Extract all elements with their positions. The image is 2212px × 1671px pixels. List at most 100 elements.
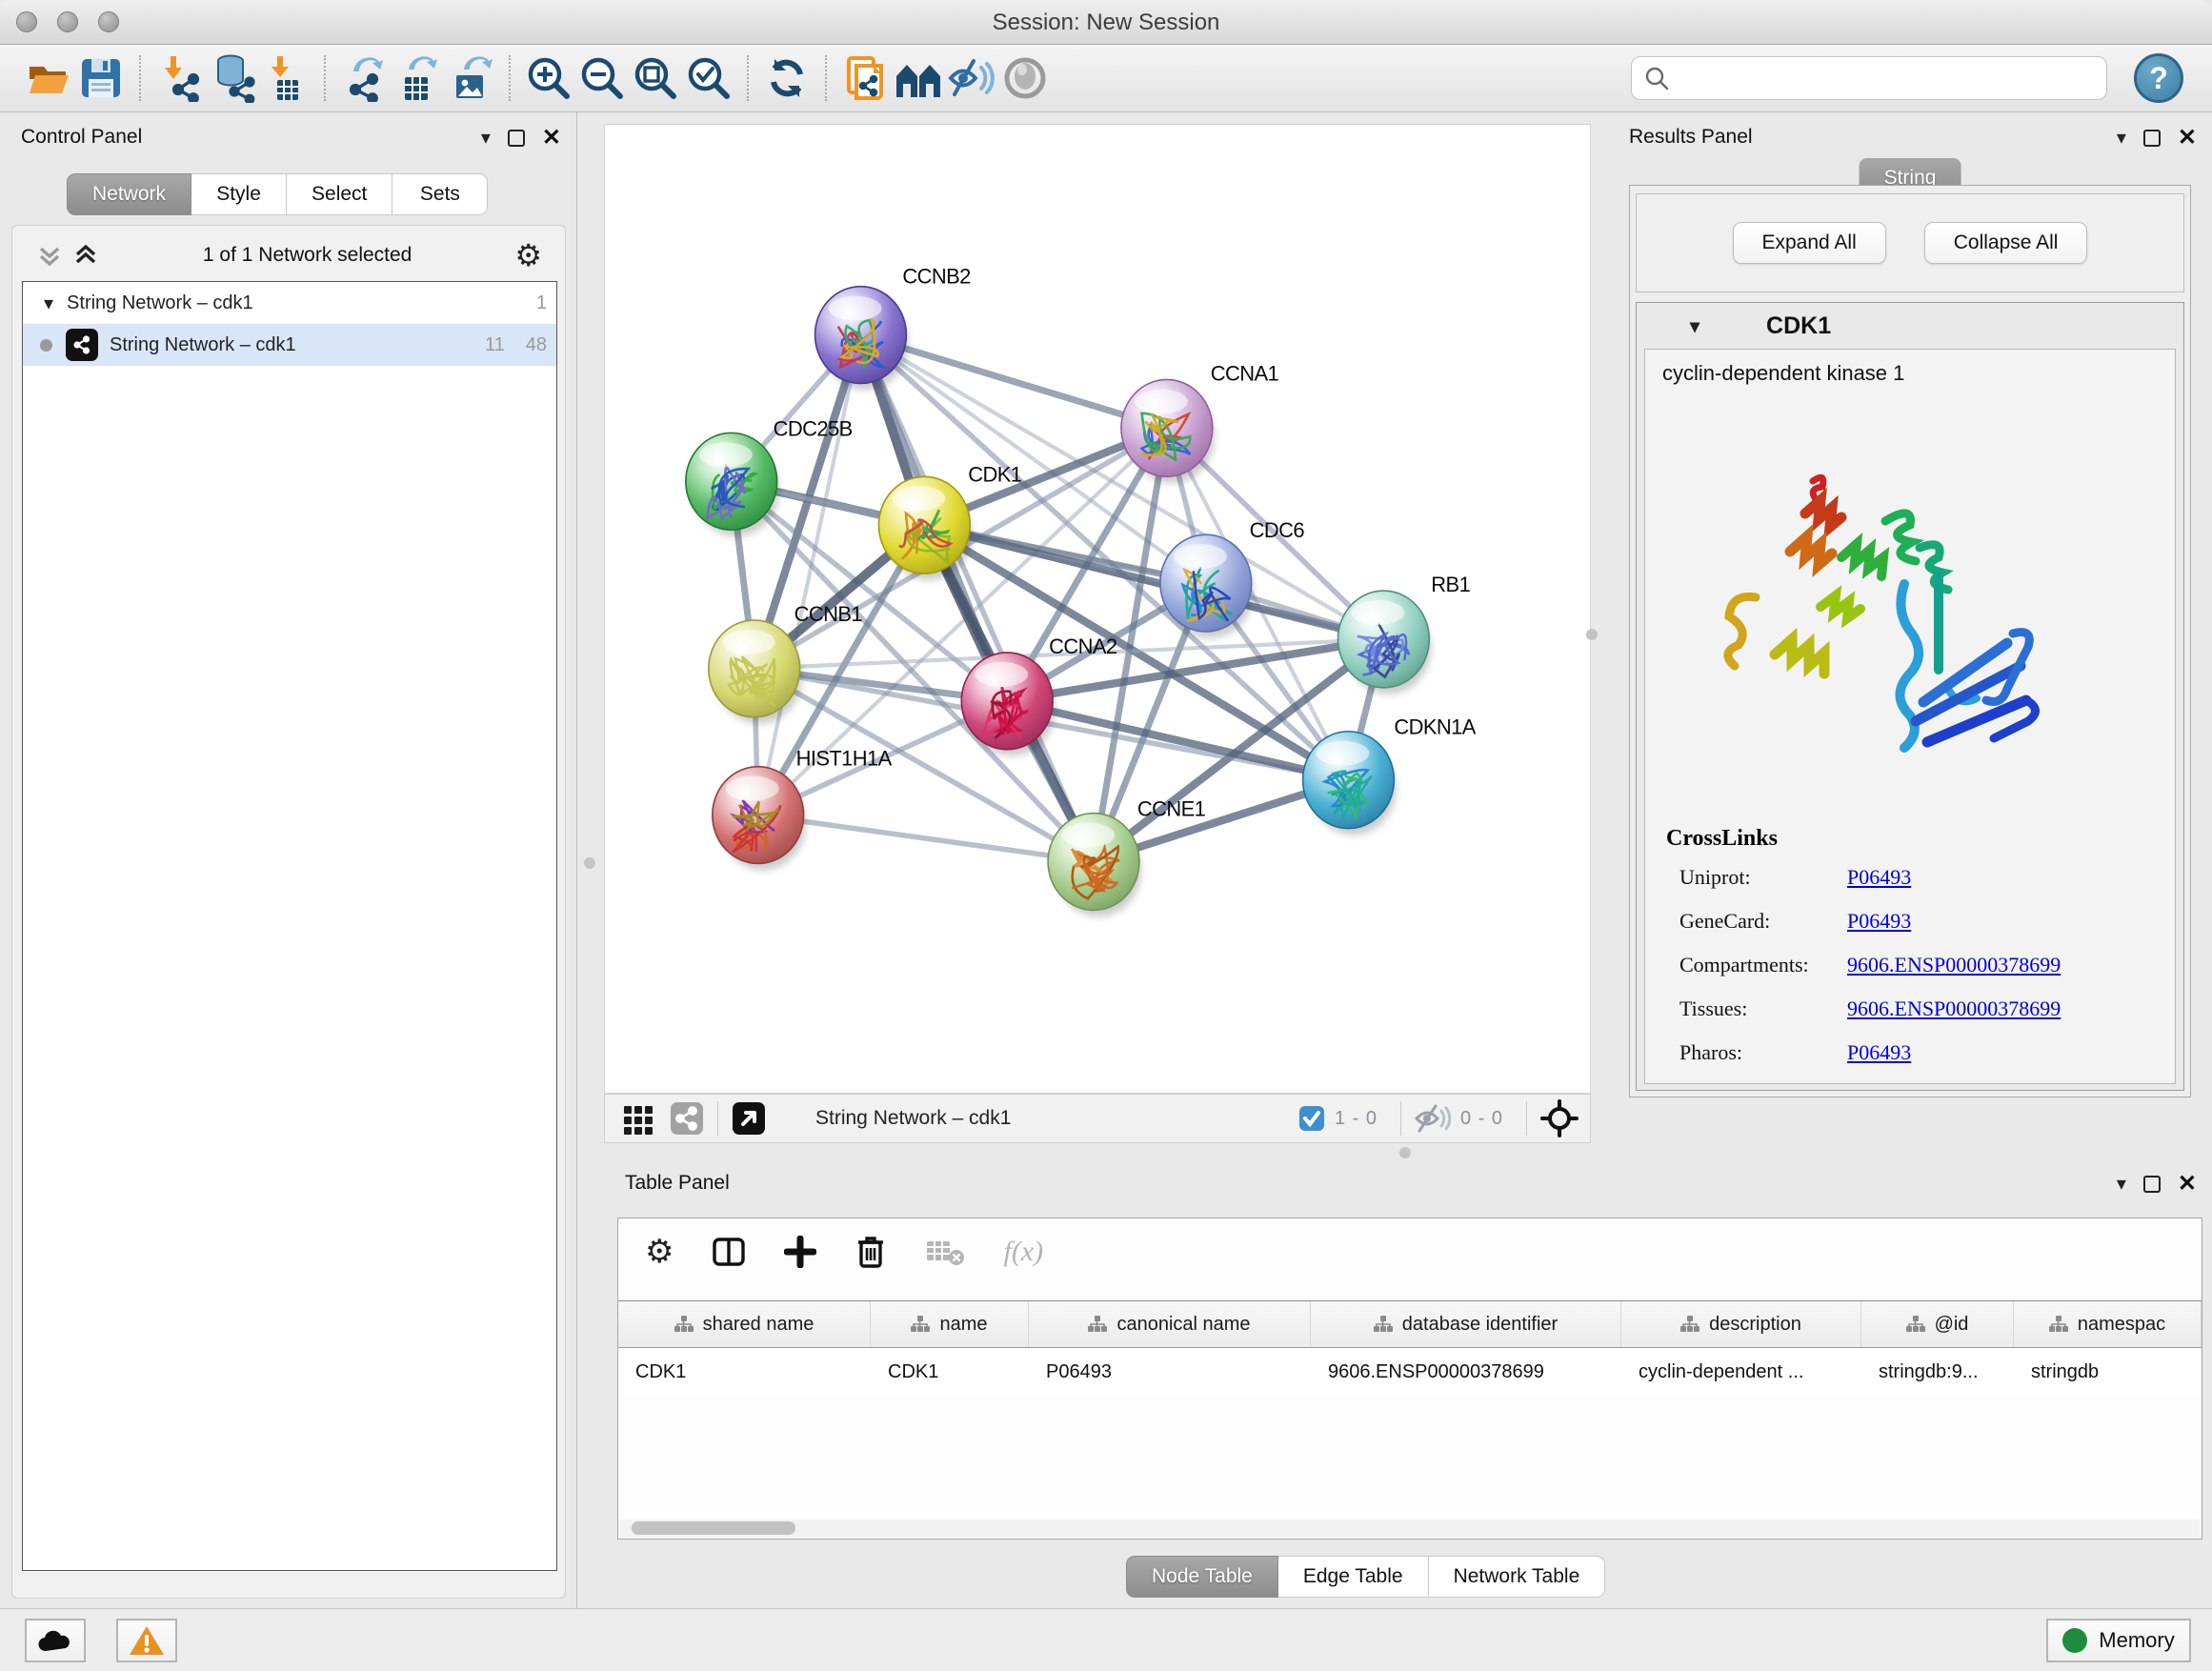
hidden-eye-icon[interactable]: [1415, 1104, 1451, 1133]
table-cell[interactable]: 9606.ENSP00000378699: [1311, 1349, 1621, 1395]
table-panel-float-button[interactable]: [2143, 1176, 2161, 1193]
zoom-selected-button[interactable]: [682, 51, 735, 105]
memory-button[interactable]: Memory: [2046, 1619, 2191, 1662]
table-horizontal-scrollbar[interactable]: [620, 1520, 2200, 1537]
expand-all-networks-icon[interactable]: [71, 241, 100, 270]
table-cell[interactable]: P06493: [1029, 1349, 1311, 1395]
delete-column-icon[interactable]: [855, 1234, 887, 1270]
right-splitter-handle[interactable]: [1586, 629, 1598, 640]
column-header-shared-name[interactable]: shared name: [618, 1301, 871, 1347]
zoom-out-button[interactable]: [575, 51, 629, 105]
expand-all-button[interactable]: Expand All: [1733, 222, 1886, 264]
export-image-button[interactable]: [444, 51, 497, 105]
open-folder-icon: [25, 55, 70, 101]
network-view-canvas[interactable]: CCNB2CCNA1CDC25BCDK1CDC6RB1CCNB1CCNA2CDK…: [604, 124, 1591, 1094]
node-label-CDKN1A: CDKN1A: [1394, 715, 1476, 739]
node-CDKN1A[interactable]: CDKN1A: [1303, 715, 1477, 836]
scrollbar-thumb[interactable]: [632, 1521, 795, 1535]
collapse-all-networks-icon[interactable]: [35, 241, 64, 270]
crosslink-link[interactable]: 9606.ENSP00000378699: [1847, 953, 2061, 977]
tab-edge-table[interactable]: Edge Table: [1278, 1556, 1429, 1598]
column-header-description[interactable]: description: [1621, 1301, 1861, 1347]
table-panel-close-button[interactable]: ✕: [2178, 1170, 2197, 1198]
tab-network-table[interactable]: Network Table: [1429, 1556, 1606, 1598]
save-session-button[interactable]: [74, 51, 128, 105]
warnings-button[interactable]: [116, 1619, 177, 1662]
results-panel-close-button[interactable]: ✕: [2178, 124, 2197, 151]
export-table-button[interactable]: [391, 51, 444, 105]
crosslink-link[interactable]: P06493: [1847, 909, 1911, 934]
table-panel-menu-caret[interactable]: ▾: [2117, 1172, 2126, 1196]
results-panel-float-button[interactable]: [2143, 130, 2161, 147]
node-CDK1[interactable]: CDK1: [878, 462, 1021, 580]
show-columns-icon[interactable]: [712, 1235, 746, 1269]
crosslink-link[interactable]: P06493: [1847, 1040, 1911, 1065]
refresh-view-button[interactable]: [760, 51, 814, 105]
tab-sets[interactable]: Sets: [392, 173, 488, 215]
table-cell[interactable]: CDK1: [618, 1349, 871, 1395]
collection-expand-caret[interactable]: ▾: [44, 292, 53, 315]
table-options-gear-icon[interactable]: ⚙: [645, 1233, 674, 1271]
string-network-graph[interactable]: CCNB2CCNA1CDC25BCDK1CDC6RB1CCNB1CCNA2CDK…: [605, 125, 1590, 1093]
network-view-toolbar: String Network – cdk1 1 - 0 0 - 0: [604, 1094, 1591, 1143]
export-network-button[interactable]: [337, 51, 391, 105]
zoom-fit-button[interactable]: [629, 51, 682, 105]
node-entry-header[interactable]: ▾ CDK1: [1637, 303, 2183, 349]
table-cell[interactable]: stringdb: [2014, 1349, 2202, 1395]
crosslink-link[interactable]: P06493: [1847, 865, 1911, 890]
open-session-button[interactable]: [21, 51, 74, 105]
column-header-canonical-name[interactable]: canonical name: [1029, 1301, 1311, 1347]
tab-style[interactable]: Style: [191, 173, 287, 215]
first-neighbors-button[interactable]: [892, 51, 945, 105]
control-panel-float-button[interactable]: [508, 130, 525, 147]
crosslink-link[interactable]: 9606.ENSP00000378699: [1847, 997, 2061, 1021]
help-button[interactable]: ?: [2134, 53, 2183, 103]
node-RB1[interactable]: RB1: [1338, 573, 1471, 695]
edge-HIST1H1A-CCNE1[interactable]: [758, 815, 1094, 862]
left-splitter-handle[interactable]: [584, 857, 595, 869]
import-network-database-button[interactable]: [206, 51, 259, 105]
collapse-all-button[interactable]: Collapse All: [1924, 222, 2088, 264]
network-options-gear-icon[interactable]: ⚙: [514, 237, 542, 273]
cloud-services-button[interactable]: [25, 1619, 86, 1662]
tab-select[interactable]: Select: [287, 173, 392, 215]
node-CDC25B[interactable]: CDC25B: [686, 416, 853, 536]
import-network-file-button[interactable]: [152, 51, 206, 105]
network-edges[interactable]: [732, 335, 1384, 862]
network-collection-row[interactable]: ▾ String Network – cdk1 1: [23, 282, 556, 324]
search-input[interactable]: [1679, 68, 2095, 90]
question-mark-icon: ?: [2149, 61, 2168, 96]
control-panel-menu-caret[interactable]: ▾: [481, 126, 491, 150]
column-header-database-identifier[interactable]: database identifier: [1311, 1301, 1621, 1347]
network-row[interactable]: String Network – cdk1 11 48: [23, 324, 556, 366]
import-table-button[interactable]: [259, 51, 312, 105]
show-hide-graphics-details-button[interactable]: [945, 51, 998, 105]
node-HIST1H1A[interactable]: HIST1H1A: [713, 747, 893, 871]
level-of-detail-button[interactable]: [998, 51, 1052, 105]
control-panel-close-button[interactable]: ✕: [542, 124, 561, 151]
tab-network[interactable]: Network: [67, 173, 191, 215]
detach-view-icon[interactable]: [732, 1101, 766, 1136]
edge-CDK1-RB1[interactable]: [924, 525, 1383, 639]
column-header-name[interactable]: name: [871, 1301, 1029, 1347]
delete-table-icon: [925, 1236, 965, 1268]
clone-network-button[interactable]: [838, 51, 892, 105]
column-header-namespac[interactable]: namespac: [2014, 1301, 2202, 1347]
grid-view-icon[interactable]: [622, 1102, 654, 1135]
bottom-splitter-handle[interactable]: [1399, 1147, 1411, 1158]
entry-expand-caret[interactable]: ▾: [1690, 314, 1699, 338]
tab-node-table[interactable]: Node Table: [1126, 1556, 1278, 1598]
node-CCNB2[interactable]: CCNB2: [815, 265, 972, 391]
zoom-in-button[interactable]: [522, 51, 575, 105]
table-row[interactable]: CDK1CDK1P064939606.ENSP00000378699cyclin…: [618, 1349, 2202, 1395]
network-view-icon[interactable]: [670, 1101, 704, 1136]
table-cell[interactable]: cyclin-dependent ...: [1621, 1349, 1861, 1395]
node-CCNA1[interactable]: CCNA1: [1121, 361, 1279, 483]
column-header-@id[interactable]: @id: [1861, 1301, 2014, 1347]
add-column-icon[interactable]: [784, 1236, 816, 1268]
table-cell[interactable]: CDK1: [871, 1349, 1029, 1395]
results-panel-menu-caret[interactable]: ▾: [2117, 126, 2126, 150]
table-cell[interactable]: stringdb:9...: [1861, 1349, 2014, 1395]
birds-eye-view-icon[interactable]: [1540, 1099, 1579, 1137]
selected-checkbox-icon[interactable]: [1298, 1105, 1325, 1132]
